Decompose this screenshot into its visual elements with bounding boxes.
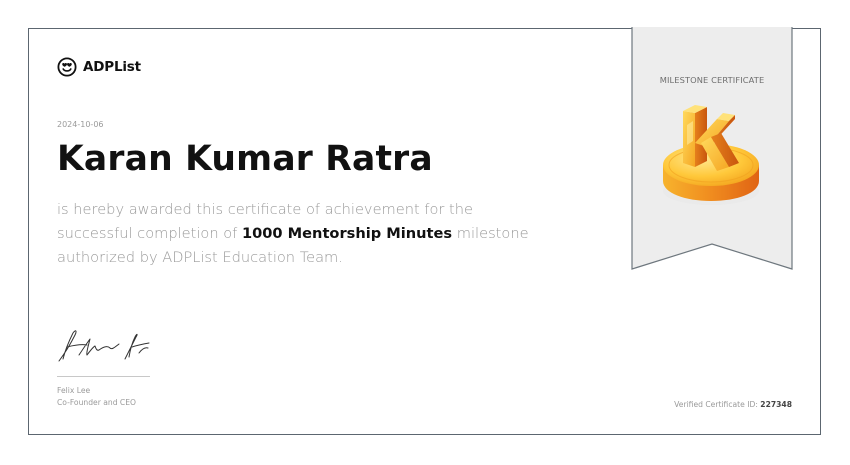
verified-certificate-id: Verified Certificate ID: 227348 [674,400,792,409]
brand-logo: ADPList [57,57,141,77]
adplist-logo-icon [57,57,77,77]
recipient-name: Karan Kumar Ratra [57,139,433,179]
signature-line [57,376,150,377]
certificate-id-label: Verified Certificate ID: [674,400,761,409]
certificate-date: 2024-10-06 [57,120,104,129]
certificate-id-value: 227348 [760,400,792,409]
milestone-name: 1000 Mentorship Minutes [241,225,453,242]
signature-image [58,330,150,362]
ribbon-label: MILESTONE CERTIFICATE [659,75,765,85]
signer-name: Felix Lee [57,386,91,395]
gold-k-coin-icon [663,105,759,205]
brand-name: ADPList [83,59,141,75]
certificate-card: ADPList 2024-10-06 Karan Kumar Ratra is … [28,27,821,435]
signer-role: Co-Founder and CEO [57,398,137,407]
certificate-statement: is hereby awarded this certificate of ac… [57,198,537,270]
